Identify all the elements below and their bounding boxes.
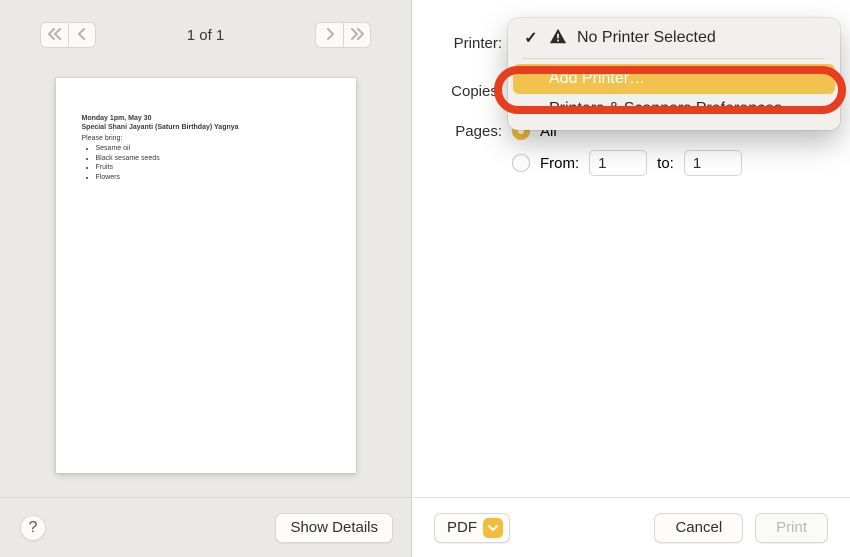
pages-to-input[interactable] — [684, 150, 742, 176]
printer-dropdown-menu: ✓ No Printer Selected Add Printer… Print… — [508, 18, 840, 130]
pages-to-label: to: — [657, 155, 674, 172]
pages-range-option[interactable]: From: to: — [512, 150, 742, 176]
chevron-right-icon — [325, 27, 335, 43]
pdf-dropdown-button[interactable]: PDF — [434, 513, 510, 543]
preview-footer: ? Show Details — [0, 497, 411, 557]
preview-body: Monday 1pm, May 30 Special Shani Jayanti… — [0, 70, 411, 497]
doc-bullet-item: Black sesame seeds — [96, 154, 330, 163]
help-button[interactable]: ? — [20, 515, 46, 541]
doc-bullet-item: Flowers — [96, 173, 330, 182]
printer-option-none-label: No Printer Selected — [577, 29, 821, 47]
pages-radio-group: All From: to: — [512, 122, 742, 176]
printer-option-none[interactable]: ✓ No Printer Selected — [513, 23, 835, 53]
double-chevron-left-icon — [48, 27, 62, 43]
cancel-button[interactable]: Cancel — [654, 513, 743, 543]
doc-bullet-item: Sesame oil — [96, 144, 330, 153]
pages-row: Pages: All From: to: — [440, 122, 822, 176]
checkmark-icon: ✓ — [523, 28, 539, 48]
prev-page-group — [40, 22, 96, 48]
add-printer-label: Add Printer… — [549, 70, 821, 88]
doc-bullet-list: Sesame oil Black sesame seeds Fruits Flo… — [96, 144, 330, 182]
next-page-button[interactable] — [315, 22, 343, 48]
doc-line-2: Special Shani Jayanti (Saturn Birthday) … — [82, 123, 330, 132]
help-icon: ? — [29, 519, 38, 537]
copies-label: Copies: — [440, 83, 512, 100]
printer-prefs-option[interactable]: Printers & Scanners Preferences… — [513, 94, 835, 124]
last-page-button[interactable] — [343, 22, 371, 48]
doc-line-3: Please bring: — [82, 134, 330, 143]
add-printer-option[interactable]: Add Printer… — [513, 64, 835, 94]
prev-page-button[interactable] — [68, 22, 96, 48]
menu-separator — [523, 58, 825, 59]
printer-prefs-label: Printers & Scanners Preferences… — [549, 100, 821, 118]
doc-line-1: Monday 1pm, May 30 — [82, 114, 330, 123]
printer-label: Printer: — [440, 35, 512, 52]
preview-pane: 1 of 1 Monday 1pm, May 30 Special Shani … — [0, 0, 412, 557]
double-chevron-right-icon — [350, 27, 364, 43]
warning-icon — [549, 27, 567, 50]
next-page-group — [315, 22, 371, 48]
radio-unchecked-icon — [512, 154, 530, 172]
chevron-down-icon — [483, 518, 503, 538]
preview-header: 1 of 1 — [0, 0, 411, 70]
first-page-button[interactable] — [40, 22, 68, 48]
print-button[interactable]: Print — [755, 513, 828, 543]
dialog-footer: PDF Cancel Print — [412, 497, 850, 557]
pages-label: Pages: — [440, 122, 512, 140]
chevron-left-icon — [77, 27, 87, 43]
doc-bullet-item: Fruits — [96, 163, 330, 172]
pages-from-input[interactable] — [589, 150, 647, 176]
page-preview: Monday 1pm, May 30 Special Shani Jayanti… — [56, 78, 356, 473]
page-count-label: 1 of 1 — [187, 27, 225, 44]
print-dialog: 1 of 1 Monday 1pm, May 30 Special Shani … — [0, 0, 850, 557]
show-details-button[interactable]: Show Details — [275, 513, 393, 543]
pages-from-label: From: — [540, 155, 579, 172]
pdf-button-label: PDF — [447, 519, 477, 536]
